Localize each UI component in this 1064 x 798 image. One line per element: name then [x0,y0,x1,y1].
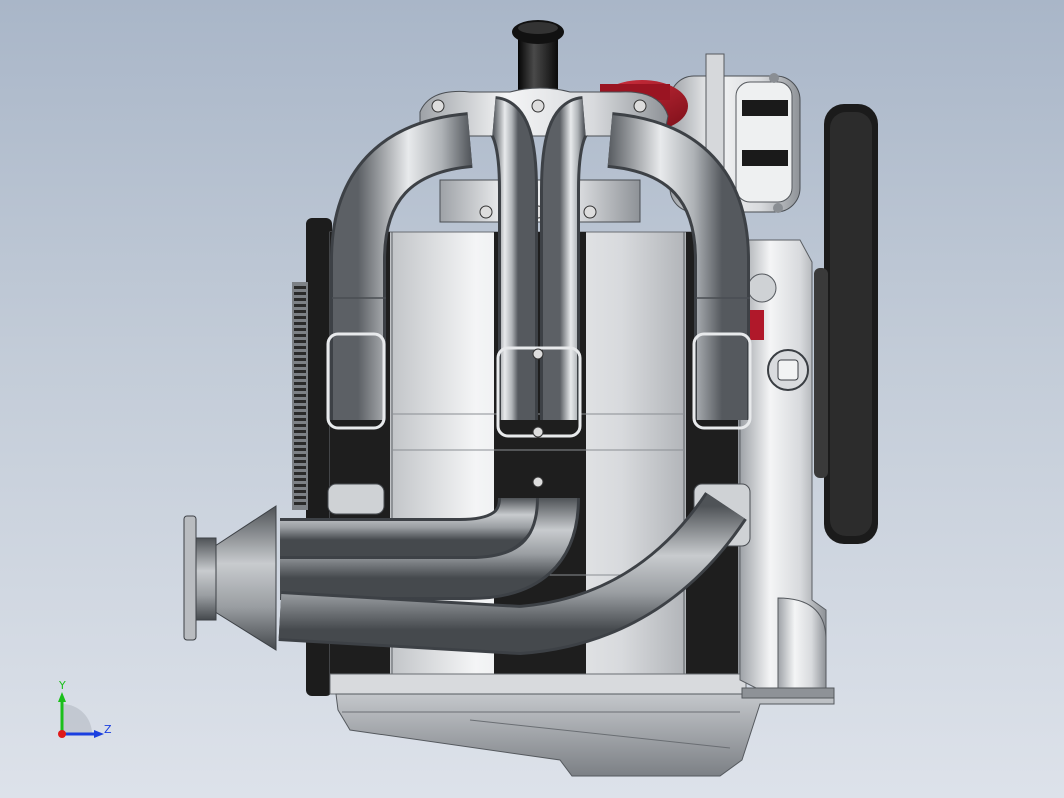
oil-pan [335,693,835,777]
ring-gear-teeth [294,286,306,505]
engine-model[interactable] [0,0,1064,798]
drive-belt [814,104,878,544]
exhaust-collector [183,505,277,651]
y-axis-label: Y [59,679,66,692]
z-axis-label: Z [104,723,112,736]
graphics-viewport[interactable]: Y Z [0,0,1064,798]
oil-filler-cap [512,20,564,98]
view-orientation-triad: Y Z [50,676,120,746]
